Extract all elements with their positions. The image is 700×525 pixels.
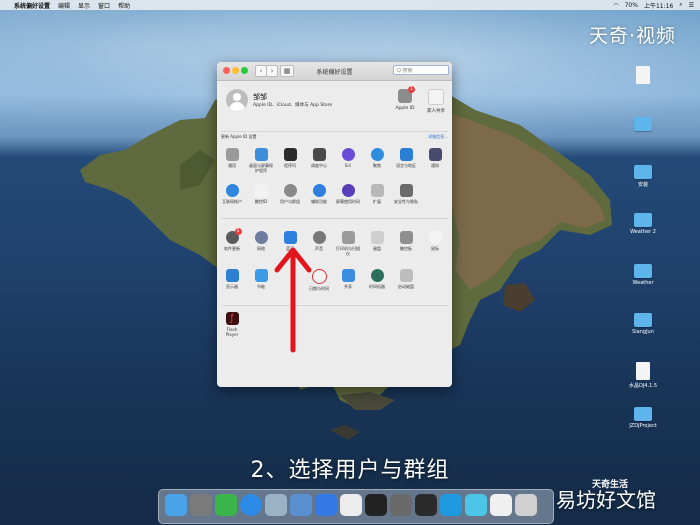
- terminal-icon[interactable]: [365, 494, 387, 516]
- upload-icon[interactable]: [340, 494, 362, 516]
- quicktime-icon[interactable]: [465, 494, 487, 516]
- system-preferences-icon[interactable]: [390, 494, 412, 516]
- calculator-icon[interactable]: [415, 494, 437, 516]
- app-store-icon[interactable]: [315, 494, 337, 516]
- watermark-bottom: 易坊好文馆: [556, 488, 656, 512]
- qq-icon[interactable]: [440, 494, 462, 516]
- launchpad-icon[interactable]: [190, 494, 212, 516]
- finder-icon[interactable]: [165, 494, 187, 516]
- trash-icon[interactable]: [515, 494, 537, 516]
- xcode-icon[interactable]: [290, 494, 312, 516]
- dock: [158, 489, 554, 524]
- red-arrow-pointer: [274, 247, 312, 353]
- safari-icon[interactable]: [240, 494, 262, 516]
- photos-icon[interactable]: [265, 494, 287, 516]
- wechat-icon[interactable]: [215, 494, 237, 516]
- preview-icon[interactable]: [490, 494, 512, 516]
